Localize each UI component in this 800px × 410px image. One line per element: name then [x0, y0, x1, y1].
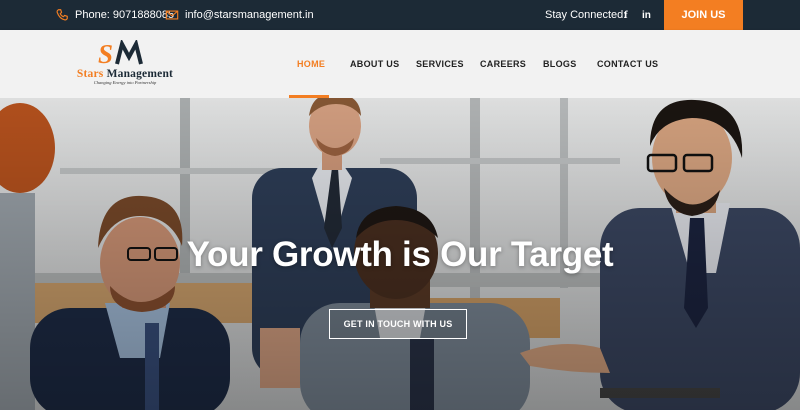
linkedin-icon[interactable]: in — [642, 0, 651, 30]
email-contact[interactable]: info@starsmanagement.in — [165, 0, 314, 30]
hero-section: Your Growth is Our Target GET IN TOUCH W… — [0, 98, 800, 410]
get-in-touch-button[interactable]: GET IN TOUCH WITH US — [329, 309, 467, 339]
site-logo[interactable]: S Stars Management Changing Energy into … — [70, 38, 180, 88]
top-bar: Phone: 9071888085 info@starsmanagement.i… — [0, 0, 800, 30]
facebook-icon[interactable]: f — [624, 0, 628, 30]
nav-home[interactable]: HOME — [297, 30, 325, 98]
logo-name-part1: Stars — [76, 68, 104, 80]
stay-connected-label: Stay Connected: — [545, 9, 627, 21]
svg-text:S: S — [98, 40, 113, 66]
main-navbar: S Stars Management Changing Energy into … — [0, 30, 800, 98]
nav-about-us[interactable]: ABOUT US — [350, 30, 399, 98]
phone-icon — [56, 9, 68, 21]
join-us-button[interactable]: JOIN US — [664, 0, 743, 30]
mail-icon — [165, 10, 179, 20]
nav-contact-us[interactable]: CONTACT US — [597, 30, 658, 98]
email-text: info@starsmanagement.in — [185, 9, 314, 21]
logo-tagline: Changing Energy into Partnership — [93, 80, 157, 85]
logo-name-part2: Management — [106, 68, 174, 80]
phone-text: Phone: 9071888085 — [75, 9, 175, 21]
nav-blogs[interactable]: BLOGS — [543, 30, 577, 98]
hero-title: Your Growth is Our Target — [186, 235, 614, 274]
logo-name: Stars Management — [70, 68, 180, 80]
nav-services[interactable]: SERVICES — [416, 30, 464, 98]
nav-careers[interactable]: CAREERS — [480, 30, 526, 98]
logo-mark-icon: S — [98, 40, 143, 66]
phone-contact[interactable]: Phone: 9071888085 — [55, 0, 174, 30]
